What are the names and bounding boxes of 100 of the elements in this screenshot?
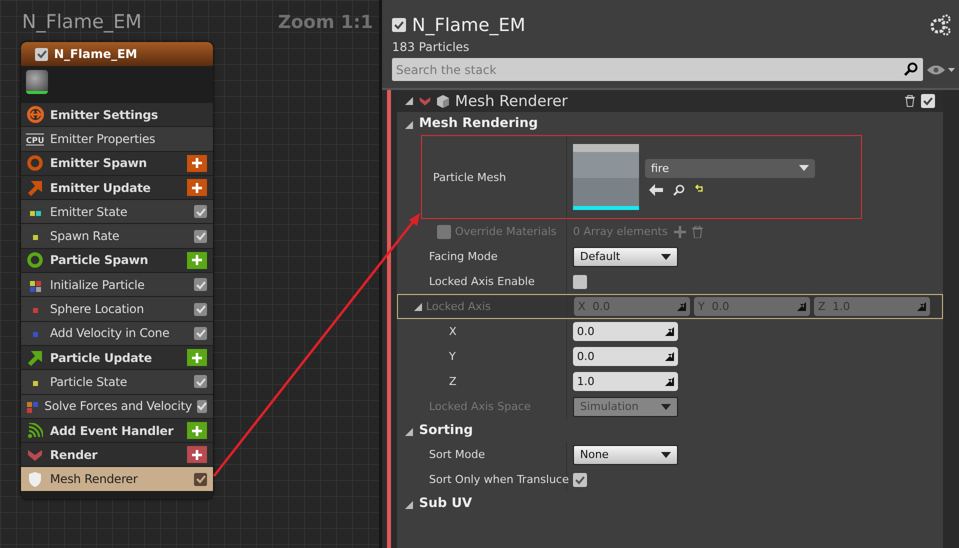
search-field[interactable]: Search the stack [392, 58, 923, 81]
enable-checkbox[interactable] [392, 18, 406, 32]
collapse-arrow-icon[interactable] [405, 121, 413, 129]
caret-icon [661, 254, 671, 260]
enable-checkbox[interactable] [197, 400, 207, 413]
enable-checkbox[interactable] [35, 48, 48, 60]
shield-icon [28, 472, 42, 487]
emitter-stack-item[interactable]: Add Velocity in Cone [21, 320, 213, 345]
enable-checkbox[interactable] [194, 326, 207, 340]
trash-icon[interactable] [905, 95, 915, 107]
collapse-arrow-icon[interactable] [405, 501, 413, 509]
collapse-arrow-icon[interactable] [405, 97, 413, 105]
settings-icon[interactable] [929, 14, 951, 36]
emitter-stack-item[interactable]: Render [21, 442, 213, 466]
emitter-stack-item[interactable]: Spawn Rate [21, 223, 213, 248]
category-title: Sorting [419, 423, 473, 438]
cube-icon [437, 94, 449, 108]
emitter-stack-item[interactable]: Initialize Particle [21, 272, 213, 296]
emitter-stack-item[interactable]: Particle State [21, 369, 213, 394]
resize-icon [665, 377, 674, 386]
enable-checkbox[interactable] [194, 375, 207, 388]
property-label: Facing Mode [429, 250, 498, 263]
asset-dropdown[interactable]: fire [645, 158, 815, 178]
property-label: Override Materials [455, 225, 557, 238]
enable-checkbox[interactable] [194, 230, 207, 243]
reset-icon[interactable] [695, 184, 705, 194]
mesh-thumbnail[interactable] [573, 144, 639, 210]
signal-icon [27, 422, 43, 438]
property-label: Y [449, 350, 456, 363]
emitter-node[interactable] [21, 42, 213, 499]
emitter-title: N_Flame_EM [412, 14, 526, 36]
chevron-icon [419, 95, 431, 107]
plus-icon [192, 255, 202, 266]
add-icon[interactable] [674, 226, 686, 238]
emitter-stack-item[interactable]: Particle Update [21, 344, 213, 370]
plus-icon [192, 352, 202, 363]
category-title: Mesh Rendering [419, 116, 538, 131]
add-button[interactable] [187, 446, 207, 464]
resize-icon [677, 302, 686, 311]
search-icon[interactable] [904, 62, 918, 76]
caret-icon [661, 452, 671, 458]
resize-icon [665, 352, 674, 361]
particle-count: 183 Particles [391, 39, 470, 56]
eye-icon[interactable] [927, 64, 955, 76]
checkbox[interactable] [573, 274, 587, 288]
emitter-stack-item[interactable]: Particle Spawn [21, 248, 213, 272]
add-button[interactable] [187, 179, 207, 196]
renderer-header[interactable]: Mesh Renderer [397, 90, 943, 112]
resize-icon [665, 327, 674, 336]
property-label: Locked Axis Space [429, 400, 531, 413]
emitter-stack-item[interactable]: Mesh Renderer [21, 466, 213, 491]
plus-icon [192, 182, 202, 193]
checkbox[interactable] [573, 472, 587, 486]
property-label: Sort Mode [429, 448, 486, 461]
emitter-stack-item[interactable]: Emitter Settings [21, 102, 213, 126]
property-label: Locked Axis Enable [429, 275, 535, 288]
value-dropdown[interactable]: Default [573, 246, 678, 266]
plus-icon [192, 426, 202, 436]
property-label: Locked Axis [426, 300, 491, 313]
caret-icon [661, 404, 671, 410]
plus-icon [192, 158, 202, 168]
emitter-stack-item[interactable]: Solve Forces and Velocity [21, 394, 213, 418]
property-label: Particle Mesh [433, 170, 506, 184]
zoom-label: Zoom 1:1 [278, 12, 373, 32]
add-button[interactable] [187, 154, 207, 172]
resize-icon [917, 302, 926, 311]
plus-icon [192, 450, 202, 460]
caret-icon [799, 165, 809, 171]
material-thumbnail [26, 70, 48, 94]
resize-icon [797, 302, 806, 311]
renderer-title: Mesh Renderer [455, 92, 569, 110]
value-dropdown[interactable]: None [573, 444, 678, 464]
add-button[interactable] [187, 349, 207, 366]
emitter-stack-item[interactable]: Sphere Location [21, 296, 213, 321]
node-title: N_Flame_EM [54, 47, 138, 61]
settings-icon [26, 106, 44, 124]
ring-icon [27, 252, 43, 268]
emitter-stack-item[interactable]: CPU Emitter Properties [21, 126, 213, 151]
emitter-stack-item[interactable]: Add Event Handler [21, 418, 213, 442]
arrow-icon [27, 350, 43, 366]
emitter-stack-item[interactable]: Emitter Spawn [21, 150, 213, 175]
search-icon[interactable] [673, 184, 685, 196]
ring-icon [27, 155, 43, 172]
enable-checkbox[interactable] [194, 278, 207, 292]
enable-checkbox[interactable] [194, 205, 207, 218]
emitter-stack-item[interactable]: Emitter Update [21, 174, 213, 200]
arrow-icon [27, 180, 43, 196]
emitter-stack-item[interactable]: Emitter State [21, 199, 213, 224]
property-label: X [449, 325, 457, 338]
enable-checkbox[interactable] [194, 302, 207, 316]
graph-title: N_Flame_EM [22, 11, 142, 33]
add-button[interactable] [187, 252, 207, 269]
enable-checkbox[interactable] [921, 94, 935, 108]
property-label: Z [449, 375, 457, 388]
category-title: Sub UV [419, 496, 472, 511]
enable-checkbox[interactable] [194, 472, 207, 486]
left-arrow-icon[interactable] [649, 184, 663, 196]
property-label: Sort Only when Transluce [429, 473, 569, 486]
array-count: 0 Array elements [573, 225, 668, 238]
collapse-arrow-icon[interactable] [405, 428, 413, 436]
